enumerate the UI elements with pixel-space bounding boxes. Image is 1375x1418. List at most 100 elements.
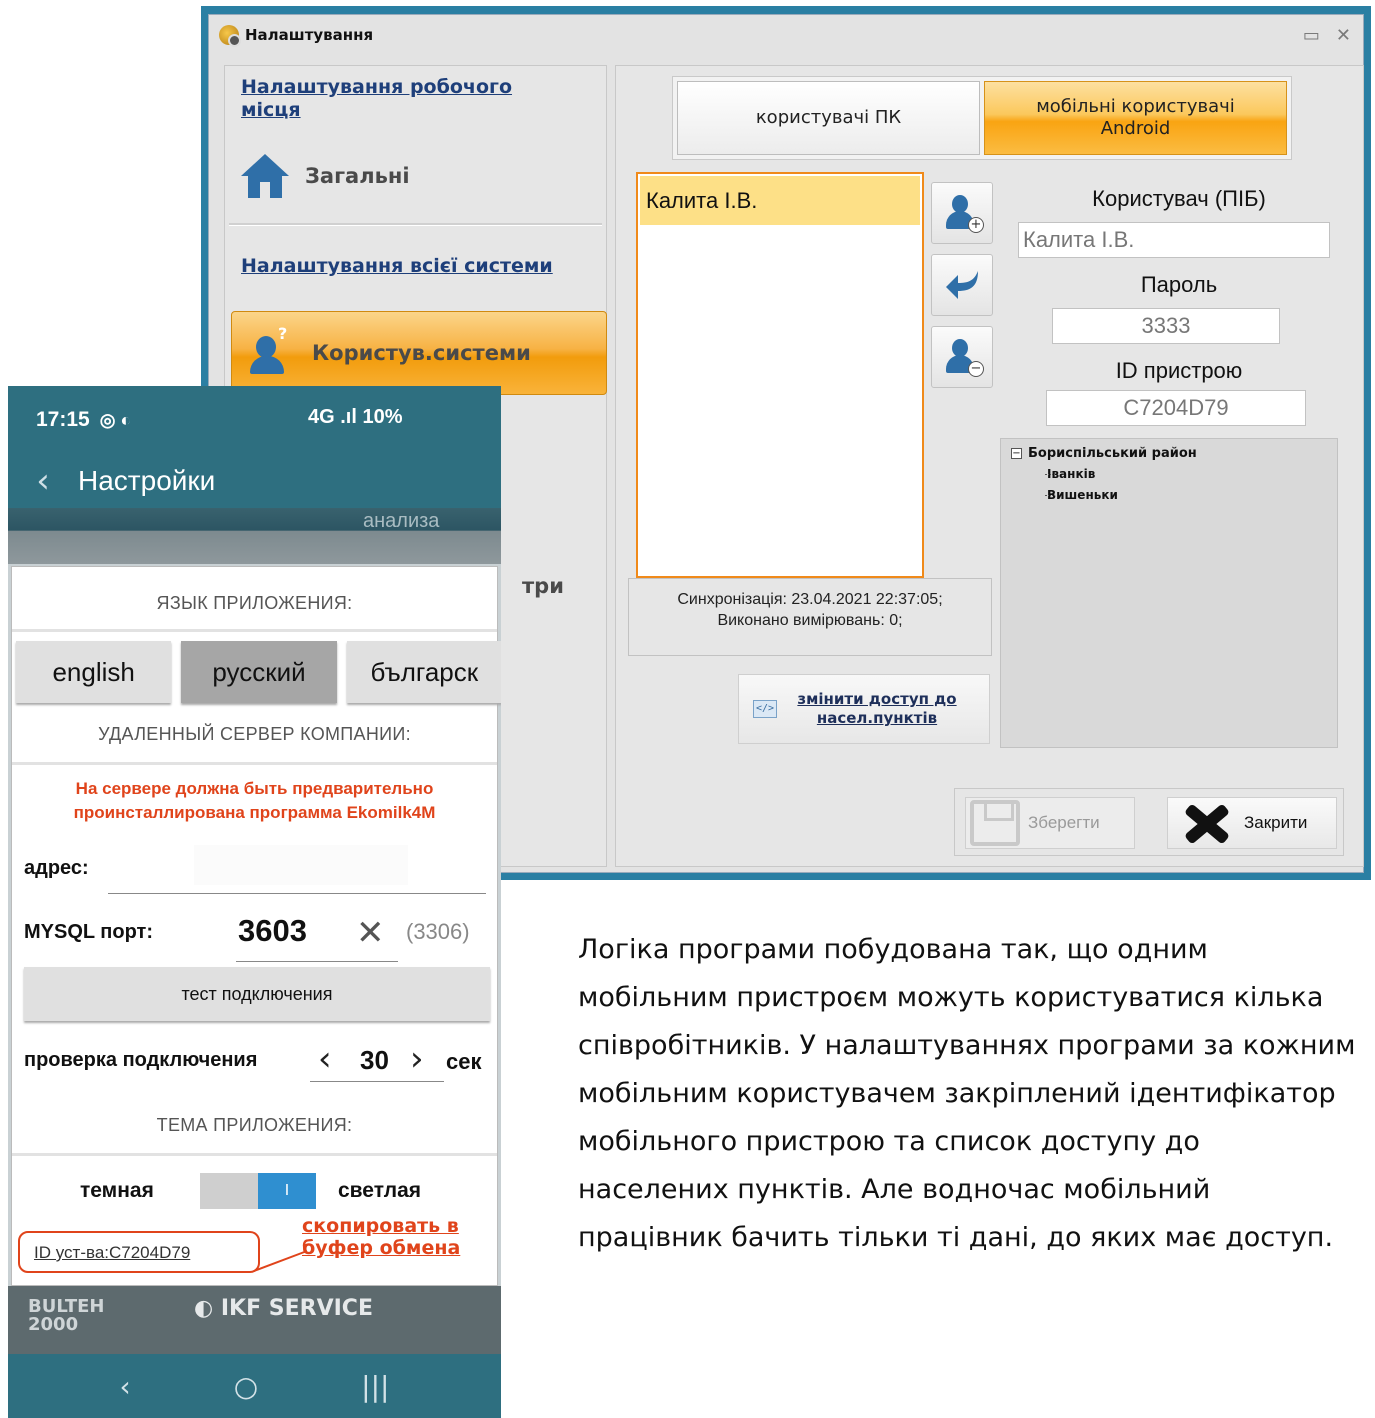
add-user-button[interactable]: + — [931, 182, 993, 244]
toggle-knob: I — [258, 1173, 316, 1209]
nav-recents-icon[interactable]: ||| — [361, 1370, 389, 1403]
description-paragraph: Логіка програми побудована так, що одним… — [578, 934, 1356, 1253]
address-underline — [108, 893, 486, 894]
ikf-logo-text: IKF SERVICE — [220, 1296, 373, 1321]
status-time: 17:15 — [36, 408, 90, 431]
divider — [12, 1153, 497, 1156]
nav-item-system-users[interactable]: ? Користув.системи — [231, 311, 607, 395]
banner-text: анализа — [363, 510, 440, 532]
header-title: Настройки — [78, 465, 216, 496]
nav-back-icon[interactable]: ‹ — [120, 1370, 131, 1403]
test-connection-button[interactable]: тест подключения — [24, 967, 490, 1021]
back-icon[interactable]: ‹ — [8, 461, 78, 501]
check-interval-unit: сек — [446, 1049, 482, 1074]
clear-icon[interactable]: ✕ — [356, 913, 385, 953]
change-access-label: змінити доступ до насел.пунктів — [797, 690, 957, 727]
user-name-field[interactable]: Калита І.В. — [1018, 222, 1330, 258]
lang-bulgarian-button[interactable]: българск — [346, 641, 501, 703]
server-warning: На сервере должна быть предварительно пр… — [73, 779, 436, 822]
collapse-icon[interactable]: − — [1011, 448, 1022, 459]
settings-card: ЯЗЫК ПРИЛОЖЕНИЯ: english русский българс… — [11, 566, 501, 1286]
language-section-title: ЯЗЫК ПРИЛОЖЕНИЯ: — [156, 593, 353, 613]
device-id-label: ID пристрою — [1115, 358, 1243, 383]
close-button[interactable]: Закрити — [1167, 797, 1337, 849]
close-x-icon — [1184, 803, 1230, 843]
server-section-title: УДАЛЕННЫЙ СЕРВЕР КОМПАНИИ: — [98, 724, 411, 744]
save-button[interactable]: Зберегти — [965, 797, 1135, 849]
close-label: Закрити — [1244, 813, 1308, 832]
change-access-button[interactable]: </> змінити доступ до насел.пунктів — [738, 674, 990, 744]
code-icon: </> — [753, 700, 777, 718]
status-signal-battery: 4G .ıl 10% — [308, 406, 403, 428]
nav-item-general[interactable]: Загальні — [241, 154, 410, 198]
device-id-copy[interactable]: ID уст-ва:C7204D79 — [18, 1231, 260, 1273]
copy-to-clipboard-note: скопировать в буфер обмена — [302, 1215, 461, 1259]
tree-item[interactable]: Іванків — [1011, 464, 1327, 485]
nav-item-partial[interactable]: три — [522, 574, 564, 598]
save-label: Зберегти — [1028, 813, 1100, 832]
status-bar: 17:15 ◎ ◐ 4G .ıl 10% — [8, 386, 501, 454]
nav-home-icon[interactable]: ○ — [234, 1370, 258, 1403]
lang-english-button[interactable]: english — [16, 641, 172, 703]
tab-mobile-users-label: мобільні користувачі Android — [1036, 96, 1235, 139]
check-interval-value[interactable]: 30 — [360, 1045, 389, 1076]
maximize-icon[interactable]: ▭ — [1303, 25, 1320, 46]
lang-russian-button[interactable]: русский — [181, 641, 337, 703]
tree-root[interactable]: − Бориспільський район — [1011, 443, 1327, 464]
home-icon — [241, 154, 289, 198]
workplace-settings-link[interactable]: Налаштування робочого місця — [241, 76, 541, 122]
partner-logos: BULTEH 2000 ◐ IKF SERVICE — [8, 1286, 501, 1354]
password-field[interactable]: 3333 — [1052, 308, 1280, 344]
localities-tree[interactable]: − Бориспільський район Іванків Вишеньки — [1000, 438, 1338, 748]
bulteh-logo: BULTEH 2000 — [28, 1296, 105, 1335]
phone-screen: 17:15 ◎ ◐ 4G .ıl 10% ‹ Настройки анализа… — [8, 386, 501, 1418]
language-buttons: english русский българск — [16, 641, 501, 703]
port-underline — [236, 961, 398, 962]
mysql-port-label: MYSQL порт: — [24, 921, 154, 943]
window-title: Налаштування — [245, 26, 374, 44]
remove-user-button[interactable]: − — [931, 326, 993, 388]
android-nav-bar: ‹ ○ ||| — [8, 1354, 501, 1418]
mysql-port-input[interactable]: 3603 — [238, 913, 307, 949]
nav-item-users-label: Користув.системи — [312, 341, 531, 365]
tab-mobile-users[interactable]: мобільні користувачі Android — [984, 81, 1287, 155]
ikf-logo: ◐ IKF SERVICE — [194, 1296, 373, 1321]
device-id-text: ID уст-ва:C7204D79 — [34, 1243, 191, 1262]
divider — [229, 223, 602, 226]
return-button[interactable] — [931, 254, 993, 316]
divider — [12, 629, 497, 632]
close-window-icon[interactable]: ✕ — [1336, 25, 1351, 46]
address-label: адрес: — [24, 857, 89, 879]
decrement-icon[interactable]: ‹ — [318, 1039, 332, 1079]
settings-gear-icon — [219, 25, 241, 47]
password-label: Пароль — [1140, 272, 1218, 297]
return-arrow-icon — [946, 271, 978, 299]
window-titlebar: Налаштування ▭ ✕ — [209, 15, 1363, 55]
user-add-icon: + — [946, 195, 984, 233]
tree-root-label: Бориспільський район — [1028, 446, 1197, 461]
sync-info: Синхронізація: 23.04.2021 22:37:05; Вико… — [628, 578, 992, 656]
theme-toggle[interactable]: I — [200, 1173, 316, 1209]
user-type-tabs: користувачі ПК мобільні користувачі Andr… — [672, 76, 1292, 160]
theme-light-label: светлая — [338, 1179, 421, 1202]
mysql-default-port: (3306) — [406, 919, 470, 944]
app-header: ‹ Настройки — [8, 454, 501, 508]
divider — [12, 762, 497, 765]
system-settings-link[interactable]: Налаштування всієї системи — [241, 255, 553, 278]
user-question-icon: ? — [250, 324, 290, 376]
interval-underline — [310, 1081, 444, 1082]
floppy-icon — [970, 800, 1020, 846]
user-list-item[interactable]: Калита І.В. — [640, 176, 920, 225]
user-list[interactable]: Калита І.В. — [636, 172, 924, 578]
tab-pc-users-label: користувачі ПК — [755, 107, 902, 128]
window-controls: ▭ ✕ — [1303, 25, 1351, 46]
user-name-label: Користувач (ПІБ) — [1092, 186, 1266, 211]
tree-item[interactable]: Вишеньки — [1011, 485, 1327, 506]
tab-pc-users[interactable]: користувачі ПК — [677, 81, 980, 155]
brand-banner: анализа — [8, 508, 501, 564]
address-input[interactable] — [194, 845, 408, 885]
nav-item-general-label: Загальні — [305, 164, 410, 188]
device-id-field[interactable]: C7204D79 — [1046, 390, 1306, 426]
theme-dark-label: темная — [80, 1179, 154, 1202]
increment-icon[interactable]: › — [410, 1039, 424, 1079]
